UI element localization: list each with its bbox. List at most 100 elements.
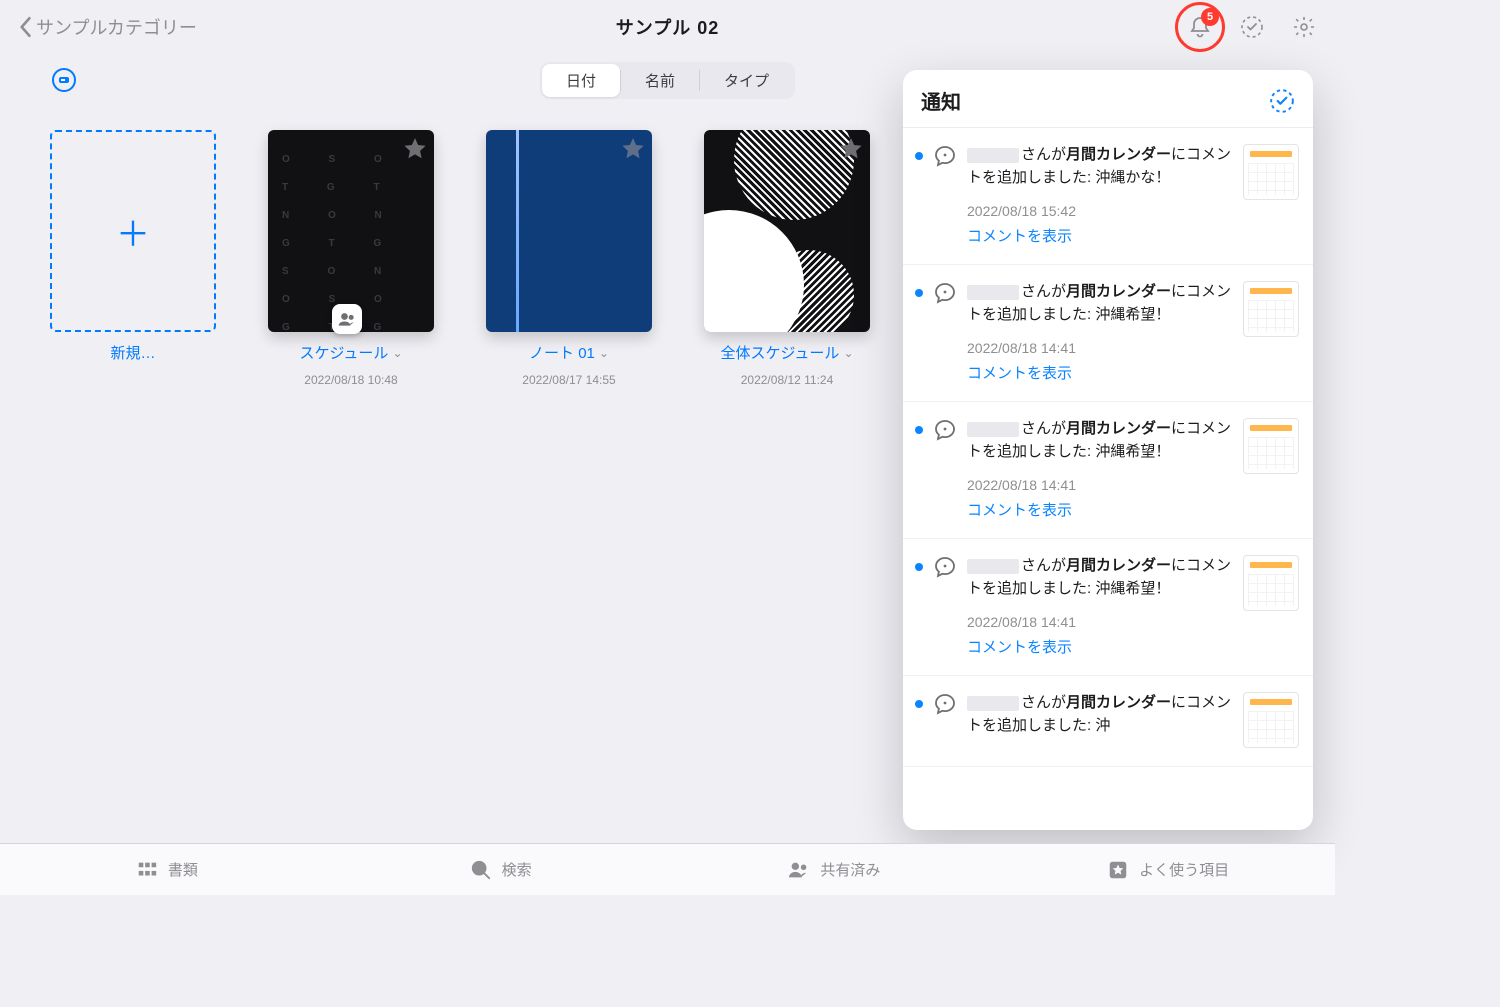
chevron-down-icon: ⌄ [599,346,609,360]
notification-badge: 5 [1201,8,1219,26]
notification-thumbnail [1243,555,1299,611]
segment-date[interactable]: 日付 [542,64,620,97]
shared-badge [332,304,362,334]
notification-time: 2022/08/18 14:41 [967,340,1233,356]
page-title: サンプル 02 [616,14,719,40]
notifications-button[interactable]: 5 [1187,14,1213,40]
new-document-cover[interactable]: ＋ [50,130,216,332]
popover-title: 通知 [921,86,961,115]
comment-icon [933,144,957,168]
star-icon[interactable] [620,136,646,162]
plus-icon: ＋ [116,207,150,256]
star-icon[interactable] [402,136,428,162]
document-item[interactable]: O S OT G TN O NG T GS O NO S OG T G スケジュ… [266,130,436,387]
new-document-label: 新規… [110,342,155,363]
comment-icon [933,418,957,442]
tab-favorites[interactable]: よく使う項目 [1001,859,1335,881]
back-label: サンプルカテゴリー [36,14,197,40]
unread-dot [915,426,923,434]
notification-item[interactable]: さんが月間カレンダーにコメントを追加しました: 沖縄希望！ 2022/08/18 … [903,539,1313,676]
notification-time: 2022/08/18 14:41 [967,614,1233,630]
notification-list[interactable]: さんが月間カレンダーにコメントを追加しました: 沖縄かな！ 2022/08/18 … [903,128,1313,830]
view-comment-link[interactable]: コメントを表示 [967,636,1233,657]
list-icon [50,66,78,94]
document-cover[interactable] [486,130,652,332]
tab-label: 共有済み [820,859,880,880]
gear-icon [1292,15,1316,39]
redacted-name [967,422,1019,437]
tab-search[interactable]: 検索 [334,859,668,881]
cover-art [764,250,854,332]
notification-thumbnail [1243,281,1299,337]
notification-thumbnail [1243,144,1299,200]
view-comment-link[interactable]: コメントを表示 [967,225,1233,246]
view-options-button[interactable] [48,64,80,96]
dashed-check-icon [1240,15,1264,39]
popover-select-button[interactable] [1269,88,1295,114]
tab-shared[interactable]: 共有済み [668,859,1002,881]
highlight-ring [1175,2,1225,52]
settings-button[interactable] [1291,14,1317,40]
notification-item[interactable]: さんが月間カレンダーにコメントを追加しました: 沖縄希望！ 2022/08/18 … [903,265,1313,402]
redacted-name [967,148,1019,163]
unread-dot [915,700,923,708]
tab-label: 検索 [502,859,532,880]
tab-label: よく使う項目 [1139,859,1229,880]
document-name[interactable]: ノート 01⌄ [529,342,609,363]
dashed-check-icon [1269,88,1295,114]
redacted-name [967,696,1019,711]
comment-icon [933,281,957,305]
back-button[interactable]: サンプルカテゴリー [18,14,197,40]
people-icon [337,309,357,329]
select-button[interactable] [1239,14,1265,40]
tab-label: 書類 [168,859,198,880]
comment-icon [933,555,957,579]
notification-text: さんが月間カレンダーにコメントを追加しました: 沖 [967,692,1233,737]
document-item[interactable]: ノート 01⌄ 2022/08/17 14:55 [484,130,654,387]
notification-time: 2022/08/18 14:41 [967,477,1233,493]
view-comment-link[interactable]: コメントを表示 [967,362,1233,383]
star-icon[interactable] [838,136,864,162]
search-icon [470,859,492,881]
notification-text: さんが月間カレンダーにコメントを追加しました: 沖縄希望！ [967,555,1233,600]
redacted-name [967,285,1019,300]
notification-item[interactable]: さんが月間カレンダーにコメントを追加しました: 沖 [903,676,1313,767]
tab-bar: 書類 検索 共有済み よく使う項目 [0,843,1335,895]
notification-text: さんが月間カレンダーにコメントを追加しました: 沖縄希望！ [967,281,1233,326]
unread-dot [915,563,923,571]
top-bar: サンプルカテゴリー サンプル 02 5 [0,0,1335,54]
notification-text: さんが月間カレンダーにコメントを追加しました: 沖縄希望！ [967,418,1233,463]
segment-name[interactable]: 名前 [621,64,699,97]
unread-dot [915,152,923,160]
document-item[interactable]: 全体スケジュール⌄ 2022/08/12 11:24 [702,130,872,387]
segment-type[interactable]: タイプ [700,64,793,97]
notification-text: さんが月間カレンダーにコメントを追加しました: 沖縄かな！ [967,144,1233,189]
document-date: 2022/08/17 14:55 [522,373,615,387]
unread-dot [915,289,923,297]
new-document[interactable]: ＋ 新規… [48,130,218,363]
document-cover[interactable]: O S OT G TN O NG T GS O NO S OG T G [268,130,434,332]
redacted-name [967,559,1019,574]
top-actions: 5 [1187,14,1317,40]
document-name[interactable]: スケジュール⌄ [299,342,402,363]
view-comment-link[interactable]: コメントを表示 [967,499,1233,520]
notification-time: 2022/08/18 15:42 [967,203,1233,219]
tab-documents[interactable]: 書類 [0,859,334,881]
comment-icon [933,692,957,716]
chevron-down-icon: ⌄ [843,346,853,360]
notification-thumbnail [1243,692,1299,748]
document-date: 2022/08/12 11:24 [741,373,834,387]
notification-thumbnail [1243,418,1299,474]
document-name[interactable]: 全体スケジュール⌄ [720,342,853,363]
sort-segmented: 日付 名前 タイプ [540,62,795,99]
notification-item[interactable]: さんが月間カレンダーにコメントを追加しました: 沖縄かな！ 2022/08/18 … [903,128,1313,265]
cover-art [734,130,854,220]
chevron-down-icon: ⌄ [392,346,402,360]
document-cover[interactable] [704,130,870,332]
grid-icon [136,859,158,881]
popover-header: 通知 [903,70,1313,128]
document-date: 2022/08/18 10:48 [304,373,397,387]
chevron-left-icon [18,16,32,38]
notifications-popover: 通知 さんが月間カレンダーにコメントを追加しました: 沖縄かな！ 2022/08/… [903,70,1313,830]
notification-item[interactable]: さんが月間カレンダーにコメントを追加しました: 沖縄希望！ 2022/08/18 … [903,402,1313,539]
